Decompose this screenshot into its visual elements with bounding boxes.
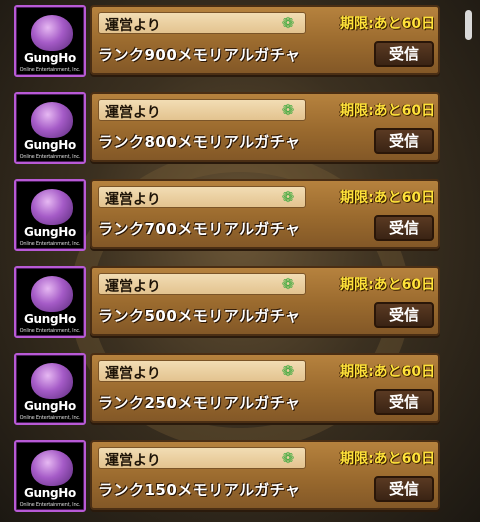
brand-subtitle: Online Entertainment, Inc. xyxy=(19,241,81,247)
sender-box: 運営より ❁ xyxy=(98,273,306,295)
mail-item[interactable]: GungHo Online Entertainment, Inc. 運営より ❁… xyxy=(14,179,442,257)
deadline-label: 期限:あと60日 xyxy=(340,451,436,467)
mail-title: ランク900メモリアルガチャ xyxy=(98,46,301,64)
receive-button[interactable]: 受信 xyxy=(374,41,434,67)
brand-subtitle: Online Entertainment, Inc. xyxy=(19,154,81,160)
gungho-logo-icon xyxy=(31,102,73,138)
dragon-icon: ❁ xyxy=(281,188,295,206)
receive-button[interactable]: 受信 xyxy=(374,476,434,502)
gungho-logo-icon xyxy=(31,276,73,312)
dragon-icon: ❁ xyxy=(281,362,295,380)
mail-panel: 運営より ❁ 期限:あと60日 ランク250メモリアルガチャ 受信 xyxy=(90,353,440,423)
sender-avatar: GungHo Online Entertainment, Inc. xyxy=(14,440,86,512)
brand-name: GungHo xyxy=(23,138,76,152)
brand-subtitle: Online Entertainment, Inc. xyxy=(19,67,81,73)
sender-box: 運営より ❁ xyxy=(98,99,306,121)
sender-label: 運営より xyxy=(105,366,161,382)
sender-box: 運営より ❁ xyxy=(98,186,306,208)
mail-panel: 運営より ❁ 期限:あと60日 ランク150メモリアルガチャ 受信 xyxy=(90,440,440,510)
dragon-icon: ❁ xyxy=(281,14,295,32)
sender-label: 運営より xyxy=(105,18,161,34)
gungho-logo-icon xyxy=(31,189,73,225)
brand-name: GungHo xyxy=(23,312,76,326)
sender-label: 運営より xyxy=(105,192,161,208)
receive-button[interactable]: 受信 xyxy=(374,389,434,415)
deadline-label: 期限:あと60日 xyxy=(340,277,436,293)
mail-item[interactable]: GungHo Online Entertainment, Inc. 運営より ❁… xyxy=(14,5,442,83)
brand-name: GungHo xyxy=(23,51,76,65)
dragon-icon: ❁ xyxy=(281,449,295,467)
mail-panel: 運営より ❁ 期限:あと60日 ランク900メモリアルガチャ 受信 xyxy=(90,5,440,75)
sender-box: 運営より ❁ xyxy=(98,360,306,382)
deadline-label: 期限:あと60日 xyxy=(340,103,436,119)
sender-box: 運営より ❁ xyxy=(98,447,306,469)
mail-panel: 運営より ❁ 期限:あと60日 ランク800メモリアルガチャ 受信 xyxy=(90,92,440,162)
mail-item[interactable]: GungHo Online Entertainment, Inc. 運営より ❁… xyxy=(14,440,442,518)
sender-avatar: GungHo Online Entertainment, Inc. xyxy=(14,179,86,251)
sender-label: 運営より xyxy=(105,453,161,469)
sender-avatar: GungHo Online Entertainment, Inc. xyxy=(14,92,86,164)
sender-label: 運営より xyxy=(105,105,161,121)
brand-name: GungHo xyxy=(23,486,76,500)
mail-title: ランク150メモリアルガチャ xyxy=(98,481,301,499)
sender-box: 運営より ❁ xyxy=(98,12,306,34)
gungho-logo-icon xyxy=(31,363,73,399)
dragon-icon: ❁ xyxy=(281,101,295,119)
receive-button[interactable]: 受信 xyxy=(374,128,434,154)
deadline-label: 期限:あと60日 xyxy=(340,190,436,206)
dragon-icon: ❁ xyxy=(281,275,295,293)
mail-title: ランク800メモリアルガチャ xyxy=(98,133,301,151)
brand-name: GungHo xyxy=(23,225,76,239)
receive-button[interactable]: 受信 xyxy=(374,215,434,241)
mail-title: ランク500メモリアルガチャ xyxy=(98,307,301,325)
brand-subtitle: Online Entertainment, Inc. xyxy=(19,328,81,334)
sender-avatar: GungHo Online Entertainment, Inc. xyxy=(14,353,86,425)
mail-title: ランク700メモリアルガチャ xyxy=(98,220,301,238)
deadline-label: 期限:あと60日 xyxy=(340,16,436,32)
mail-item[interactable]: GungHo Online Entertainment, Inc. 運営より ❁… xyxy=(14,92,442,170)
mail-item[interactable]: GungHo Online Entertainment, Inc. 運営より ❁… xyxy=(14,266,442,344)
mail-item[interactable]: GungHo Online Entertainment, Inc. 運営より ❁… xyxy=(14,353,442,431)
receive-button[interactable]: 受信 xyxy=(374,302,434,328)
mail-panel: 運営より ❁ 期限:あと60日 ランク700メモリアルガチャ 受信 xyxy=(90,179,440,249)
brand-name: GungHo xyxy=(23,399,76,413)
sender-avatar: GungHo Online Entertainment, Inc. xyxy=(14,266,86,338)
gungho-logo-icon xyxy=(31,450,73,486)
mail-panel: 運営より ❁ 期限:あと60日 ランク500メモリアルガチャ 受信 xyxy=(90,266,440,336)
brand-subtitle: Online Entertainment, Inc. xyxy=(19,502,81,508)
scrollbar[interactable] xyxy=(465,10,472,40)
gungho-logo-icon xyxy=(31,15,73,51)
mail-title: ランク250メモリアルガチャ xyxy=(98,394,301,412)
sender-avatar: GungHo Online Entertainment, Inc. xyxy=(14,5,86,77)
deadline-label: 期限:あと60日 xyxy=(340,364,436,380)
brand-subtitle: Online Entertainment, Inc. xyxy=(19,415,81,421)
sender-label: 運営より xyxy=(105,279,161,295)
